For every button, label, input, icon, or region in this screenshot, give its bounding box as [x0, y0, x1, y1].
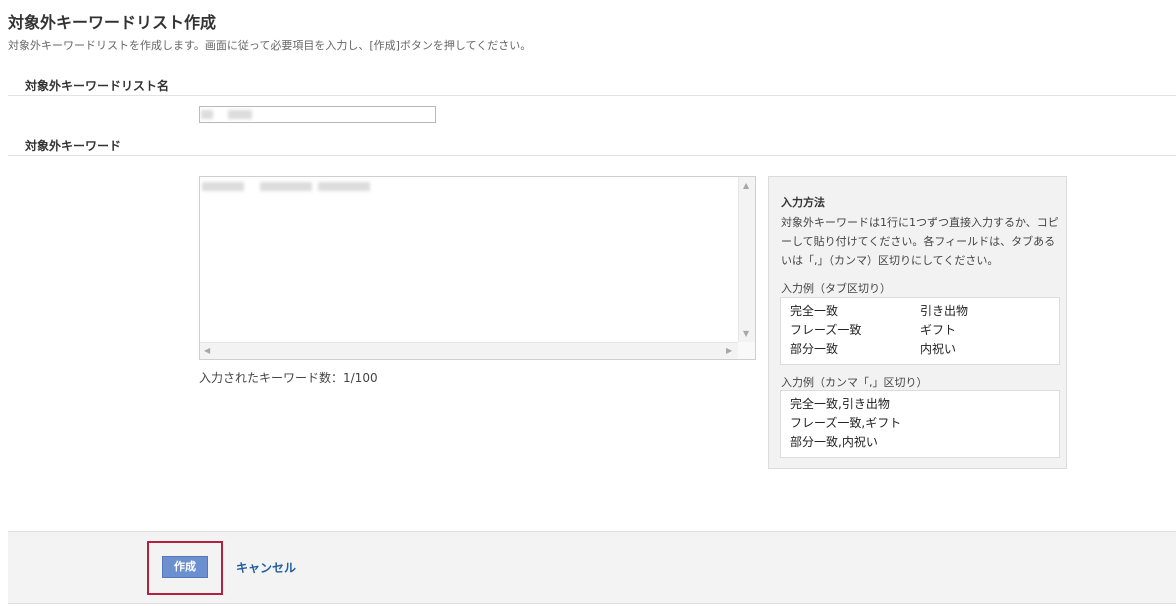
- example-row: 部分一致 内祝い: [790, 340, 1059, 359]
- scroll-right-icon[interactable]: ▶: [726, 346, 732, 356]
- scroll-corner: [738, 342, 755, 359]
- example-row: 完全一致 引き出物: [790, 302, 1059, 321]
- vertical-scrollbar[interactable]: ▲ ▼: [738, 177, 755, 343]
- horizontal-scrollbar[interactable]: ◀ ▶: [200, 342, 739, 359]
- example-keyword: 引き出物: [920, 304, 969, 318]
- scroll-up-icon[interactable]: ▲: [743, 181, 749, 191]
- divider: [8, 95, 1176, 96]
- example-match-type: 部分一致: [790, 342, 839, 356]
- comma-example-label: 入力例（カンマ「,」区切り）: [781, 376, 928, 389]
- redacted-text: [228, 110, 252, 119]
- example-row: 部分一致,内祝い: [790, 435, 878, 449]
- example-keyword: ギフト: [920, 323, 957, 337]
- redacted-text: [318, 182, 370, 191]
- tab-example-label: 入力例（タブ区切り）: [781, 282, 891, 295]
- tab-example-box: 完全一致 引き出物 フレーズ一致 ギフト 部分一致 内祝い: [780, 297, 1060, 365]
- comma-example-box: 完全一致,引き出物 フレーズ一致,ギフト 部分一致,内祝い: [780, 390, 1060, 458]
- page-title: 対象外キーワードリスト作成: [8, 13, 217, 32]
- scroll-left-icon[interactable]: ◀: [204, 346, 210, 356]
- example-row: フレーズ一致 ギフト: [790, 321, 1059, 340]
- redacted-text: [201, 110, 213, 119]
- example-match-type: 完全一致: [790, 304, 839, 318]
- list-name-label: 対象外キーワードリスト名: [25, 79, 170, 93]
- keyword-count: 入力されたキーワード数：1/100: [199, 371, 378, 385]
- help-text: 対象外キーワードは1行に1つずつ直接入力するか、コピーして貼り付けてください。各…: [781, 216, 1059, 267]
- input-help-panel: 入力方法 対象外キーワードは1行に1つずつ直接入力するか、コピーして貼り付けてく…: [768, 176, 1067, 469]
- example-row: 完全一致,引き出物: [790, 397, 890, 411]
- redacted-text: [260, 182, 312, 191]
- keywords-label: 対象外キーワード: [25, 139, 122, 153]
- example-row: フレーズ一致,ギフト: [790, 416, 902, 430]
- cancel-link[interactable]: キャンセル: [236, 559, 296, 576]
- page-description: 対象外キーワードリストを作成します。画面に従って必要項目を入力し、[作成]ボタン…: [8, 39, 532, 52]
- scroll-down-icon[interactable]: ▼: [743, 329, 749, 339]
- divider: [8, 155, 1176, 156]
- create-button[interactable]: 作成: [162, 556, 208, 578]
- example-match-type: フレーズ一致: [790, 323, 862, 337]
- help-title: 入力方法: [781, 196, 825, 209]
- example-keyword: 内祝い: [920, 342, 957, 356]
- keywords-textarea[interactable]: ▲ ▼ ◀ ▶: [199, 176, 756, 360]
- redacted-text: [202, 182, 244, 191]
- list-name-input[interactable]: [199, 106, 436, 123]
